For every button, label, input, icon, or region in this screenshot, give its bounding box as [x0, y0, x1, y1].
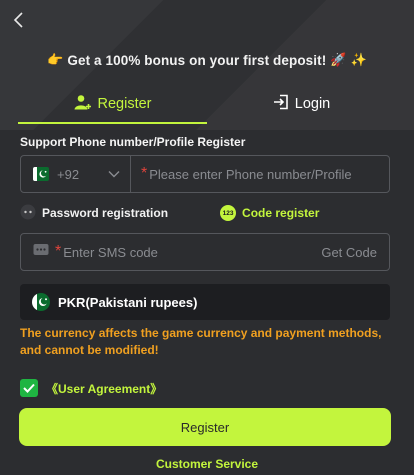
- required-mark: *: [55, 243, 62, 260]
- code-register-label: Code register: [242, 206, 320, 220]
- sms-code-field: * Enter SMS code Get Code: [20, 233, 390, 271]
- tab-login[interactable]: Login: [207, 84, 396, 124]
- user-agreement-link[interactable]: 《User Agreement》: [46, 380, 162, 397]
- phone-placeholder: Please enter Phone number/Profile: [149, 166, 352, 182]
- pakistan-flag-icon: [32, 293, 50, 311]
- tab-register[interactable]: Register: [18, 84, 207, 124]
- code-register-option[interactable]: 123 Code register: [220, 205, 319, 221]
- registration-methods: Password registration 123 Code register: [20, 203, 390, 223]
- currency-select[interactable]: PKR(Pakistani rupees): [20, 284, 390, 320]
- register-button[interactable]: Register: [19, 408, 391, 446]
- rocket-icon: 🚀: [330, 52, 347, 67]
- tab-register-label: Register: [97, 96, 152, 112]
- currency-warning: The currency affects the game currency a…: [20, 326, 382, 357]
- auth-tabs: Register Login: [18, 84, 396, 124]
- get-code-button[interactable]: Get Code: [321, 245, 377, 260]
- user-agreement: 《User Agreement》: [20, 378, 162, 398]
- pointing-hand-icon: 👉: [47, 52, 64, 67]
- pakistan-flag-icon: [33, 167, 49, 181]
- sms-code-input[interactable]: * Enter SMS code: [55, 243, 321, 261]
- sparkles-icon: ✨: [350, 52, 367, 67]
- password-registration-option[interactable]: Password registration: [20, 204, 168, 223]
- promo-text: Get a 100% bonus on your first deposit!: [67, 52, 327, 68]
- sms-placeholder: Enter SMS code: [63, 244, 158, 260]
- login-icon: [273, 94, 289, 114]
- phone-input[interactable]: * Please enter Phone number/Profile: [131, 165, 389, 183]
- country-code-select[interactable]: +92: [21, 156, 131, 192]
- phone-label: Support Phone number/Profile Register: [20, 135, 246, 149]
- add-user-icon: [74, 94, 92, 114]
- tab-login-label: Login: [294, 96, 331, 112]
- customer-service-link[interactable]: Customer Service: [0, 457, 414, 471]
- number-code-icon: 123: [220, 205, 237, 221]
- chevron-left-icon: [13, 11, 25, 33]
- country-code-value: +92: [57, 166, 80, 182]
- agreement-checkbox[interactable]: [20, 379, 38, 397]
- required-mark: *: [141, 165, 148, 182]
- back-button[interactable]: [8, 11, 30, 33]
- currency-value: PKR(Pakistani rupees): [58, 294, 198, 310]
- message-icon: [33, 243, 49, 262]
- phone-field: +92 * Please enter Phone number/Profile: [20, 155, 390, 193]
- chevron-down-icon: [108, 165, 120, 183]
- dots-icon: [20, 204, 36, 223]
- password-registration-label: Password registration: [42, 206, 169, 220]
- promo-banner: 👉 Get a 100% bonus on your first deposit…: [0, 50, 414, 70]
